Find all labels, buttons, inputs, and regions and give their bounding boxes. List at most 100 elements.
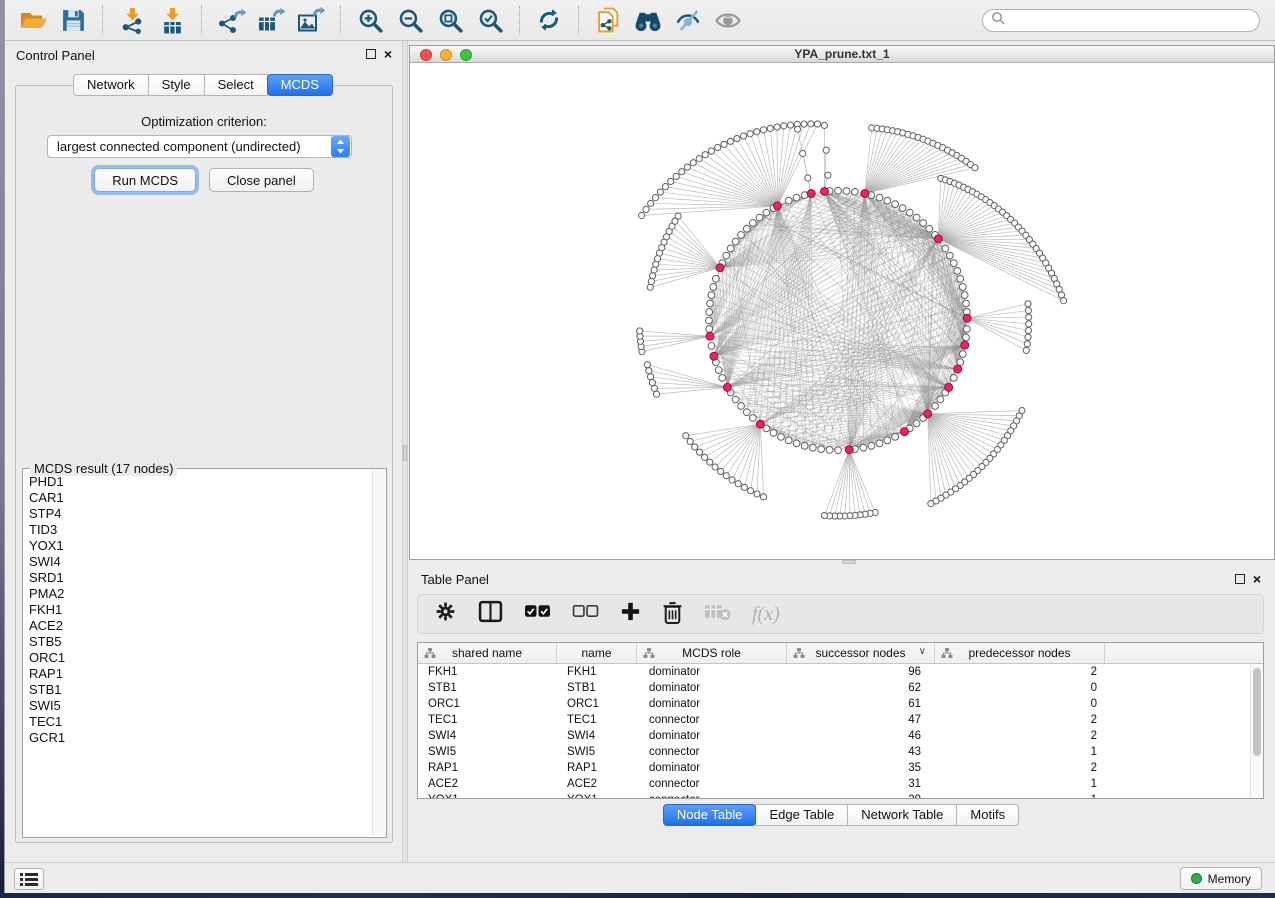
float-panel-icon[interactable] [366, 49, 376, 59]
list-item[interactable]: STB1 [29, 682, 372, 698]
table-cell[interactable]: connector [637, 778, 787, 790]
table-cell[interactable]: 47 [787, 714, 935, 726]
close-panel-icon[interactable]: × [1253, 574, 1261, 584]
scrollbar-thumb[interactable] [1253, 668, 1261, 756]
table-cell[interactable]: SWI4 [418, 730, 557, 742]
column-header-predecessor-nodes[interactable]: predecessor nodes [935, 643, 1105, 663]
list-item[interactable]: TEC1 [29, 714, 372, 730]
tab-mcds[interactable]: MCDS [267, 74, 333, 96]
hide-all-columns-button[interactable] [572, 604, 599, 624]
import-network-button[interactable] [115, 4, 149, 36]
table-cell[interactable]: FKH1 [557, 666, 637, 678]
find-button[interactable] [631, 4, 665, 36]
table-row[interactable]: STB1STB1dominator620 [418, 680, 1250, 696]
search-input[interactable] [1009, 11, 1259, 29]
list-item[interactable]: ACE2 [29, 618, 372, 634]
list-item[interactable]: SRD1 [29, 570, 372, 586]
export-table-button[interactable] [254, 4, 288, 36]
list-item[interactable]: SWI5 [29, 698, 372, 714]
table-cell[interactable]: ORC1 [557, 698, 637, 710]
table-cell[interactable]: 61 [787, 698, 935, 710]
tab-network[interactable]: Network [73, 74, 149, 96]
table-cell[interactable]: dominator [637, 682, 787, 694]
column-settings-button[interactable] [434, 600, 457, 628]
close-panel-button[interactable]: Close panel [209, 168, 314, 192]
tab-select[interactable]: Select [204, 74, 268, 96]
open-session-button[interactable] [16, 4, 50, 36]
list-item[interactable]: YOX1 [29, 538, 372, 554]
zoom-in-button[interactable] [353, 4, 387, 36]
table-row[interactable]: TEC1TEC1connector472 [418, 712, 1250, 728]
export-image-button[interactable] [294, 4, 328, 36]
table-row[interactable]: ORC1ORC1dominator610 [418, 696, 1250, 712]
table-cell[interactable]: connector [637, 746, 787, 758]
table-cell[interactable]: SWI4 [557, 730, 637, 742]
tab-motifs[interactable]: Motifs [956, 804, 1019, 826]
table-cell[interactable]: connector [637, 794, 787, 798]
task-history-button[interactable] [14, 868, 44, 890]
table-cell[interactable]: 62 [787, 682, 935, 694]
table-scrollbar[interactable] [1250, 664, 1263, 798]
table-row[interactable]: SWI4SWI4dominator462 [418, 728, 1250, 744]
tab-network-table[interactable]: Network Table [847, 804, 957, 826]
table-cell[interactable]: YOX1 [418, 794, 557, 798]
table-cell[interactable]: 2 [935, 666, 1105, 678]
network-canvas[interactable] [410, 63, 1274, 559]
show-graphics-details-button[interactable] [711, 4, 745, 36]
hide-graphics-details-button[interactable] [671, 4, 705, 36]
column-header-shared-name[interactable]: shared name [418, 643, 557, 663]
tab-edge-table[interactable]: Edge Table [755, 804, 848, 826]
table-cell[interactable]: ACE2 [557, 778, 637, 790]
mcds-result-list[interactable]: PHD1CAR1STP4TID3YOX1SWI4SRD1PMA2FKH1ACE2… [24, 470, 372, 836]
list-item[interactable]: GCR1 [29, 730, 372, 746]
close-panel-icon[interactable]: × [384, 49, 392, 59]
table-cell[interactable]: dominator [637, 698, 787, 710]
table-cell[interactable]: ORC1 [418, 698, 557, 710]
table-cell[interactable]: RAP1 [557, 762, 637, 774]
table-row[interactable]: FKH1FKH1dominator962 [418, 664, 1250, 680]
mcds-list-scrollbar[interactable] [372, 470, 385, 836]
list-item[interactable]: TID3 [29, 522, 372, 538]
table-cell[interactable]: FKH1 [418, 666, 557, 678]
table-cell[interactable]: dominator [637, 666, 787, 678]
table-cell[interactable]: 35 [787, 762, 935, 774]
show-all-columns-button[interactable] [524, 604, 551, 624]
tab-style[interactable]: Style [148, 74, 205, 96]
memory-button[interactable]: Memory [1180, 867, 1262, 890]
criterion-dropdown[interactable]: largest connected component (undirected) [47, 135, 352, 158]
table-cell[interactable]: 46 [787, 730, 935, 742]
list-item[interactable]: PMA2 [29, 586, 372, 602]
table-row[interactable]: SWI5SWI5connector431 [418, 744, 1250, 760]
run-mcds-button[interactable]: Run MCDS [94, 168, 196, 192]
list-item[interactable]: STB5 [29, 634, 372, 650]
table-row[interactable]: YOX1YOX1connector291 [418, 792, 1250, 798]
table-cell[interactable]: SWI5 [557, 746, 637, 758]
table-cell[interactable]: 0 [935, 698, 1105, 710]
list-item[interactable]: ORC1 [29, 650, 372, 666]
column-header-successor-nodes[interactable]: successor nodes∨ [787, 643, 935, 663]
list-item[interactable]: PHD1 [29, 474, 372, 490]
table-cell[interactable]: connector [637, 714, 787, 726]
table-cell[interactable]: 96 [787, 666, 935, 678]
table-cell[interactable]: STB1 [418, 682, 557, 694]
export-network-button[interactable] [214, 4, 248, 36]
table-cell[interactable]: TEC1 [418, 714, 557, 726]
table-cell[interactable]: 1 [935, 778, 1105, 790]
list-item[interactable]: STP4 [29, 506, 372, 522]
table-cell[interactable]: RAP1 [418, 762, 557, 774]
table-row[interactable]: RAP1RAP1dominator352 [418, 760, 1250, 776]
table-cell[interactable]: 1 [935, 794, 1105, 798]
zoom-selected-button[interactable] [473, 4, 507, 36]
list-item[interactable]: RAP1 [29, 666, 372, 682]
table-cell[interactable]: 0 [935, 682, 1105, 694]
list-item[interactable]: SWI4 [29, 554, 372, 570]
list-item[interactable]: FKH1 [29, 602, 372, 618]
table-cell[interactable]: STB1 [557, 682, 637, 694]
delete-columns-button[interactable] [662, 600, 683, 629]
network-window-titlebar[interactable]: YPA_prune.txt_1 [410, 46, 1274, 63]
table-cell[interactable]: dominator [637, 762, 787, 774]
table-row[interactable]: ACE2ACE2connector311 [418, 776, 1250, 792]
column-header-MCDS-role[interactable]: MCDS role [637, 643, 787, 663]
new-network-from-selection-button[interactable] [591, 4, 625, 36]
table-cell[interactable]: 43 [787, 746, 935, 758]
